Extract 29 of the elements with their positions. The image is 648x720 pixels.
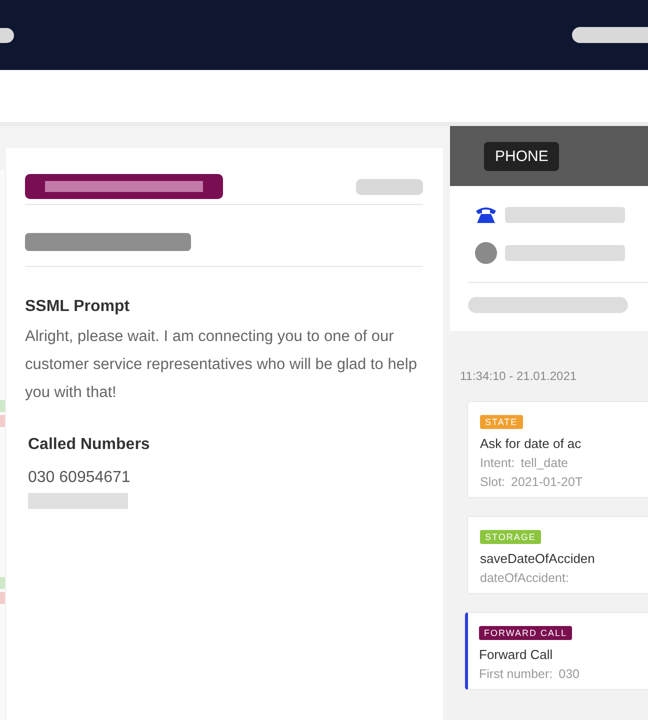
event-title: Forward Call: [479, 647, 554, 662]
prompt-text: Alright, please wait. I am connecting you to one of our customer service representatives who will be glad to help you with that!: [25, 327, 418, 403]
event-card[interactable]: FORWARD CALL Forward Call First number: 030: [465, 612, 648, 690]
status-mark: [0, 400, 5, 412]
field-label: Intent:: [480, 456, 515, 470]
avatar-icon: [475, 242, 497, 264]
section-title: SSML Prompt: [25, 297, 131, 317]
field-label: dateOfAccident:: [480, 571, 569, 585]
phone-number: 030 60954671: [28, 469, 132, 487]
telephone-icon: [475, 206, 497, 224]
event-title: Ask for date of ac: [480, 436, 582, 451]
status-mark: [0, 592, 5, 604]
field-label: First number:: [479, 667, 553, 681]
event-tag: STORAGE: [480, 530, 541, 544]
section-title: Called Numbers: [28, 435, 151, 455]
phone-tab[interactable]: PHONE: [484, 142, 560, 170]
status-mark: [0, 415, 5, 427]
event-tag: STATE: [480, 415, 523, 429]
event-tag: FORWARD CALL: [479, 626, 572, 640]
field-value: 030: [558, 667, 580, 681]
field-label: Slot:: [480, 475, 506, 489]
event-card[interactable]: STATE Ask for date of ac Intent: tell_date Slot: 2021-01-20T: [467, 401, 648, 498]
field-value: 2021-01-20T: [511, 475, 583, 489]
event-title: saveDateOfAcciden: [480, 551, 596, 566]
timestamp: 11:34:10 - 21.01.2021: [460, 369, 578, 383]
redacted-bar: [356, 178, 423, 194]
status-mark: [0, 577, 5, 589]
field-value: tell_date: [520, 456, 568, 470]
event-card[interactable]: STORAGE saveDateOfAcciden dateOfAccident:: [467, 516, 648, 594]
